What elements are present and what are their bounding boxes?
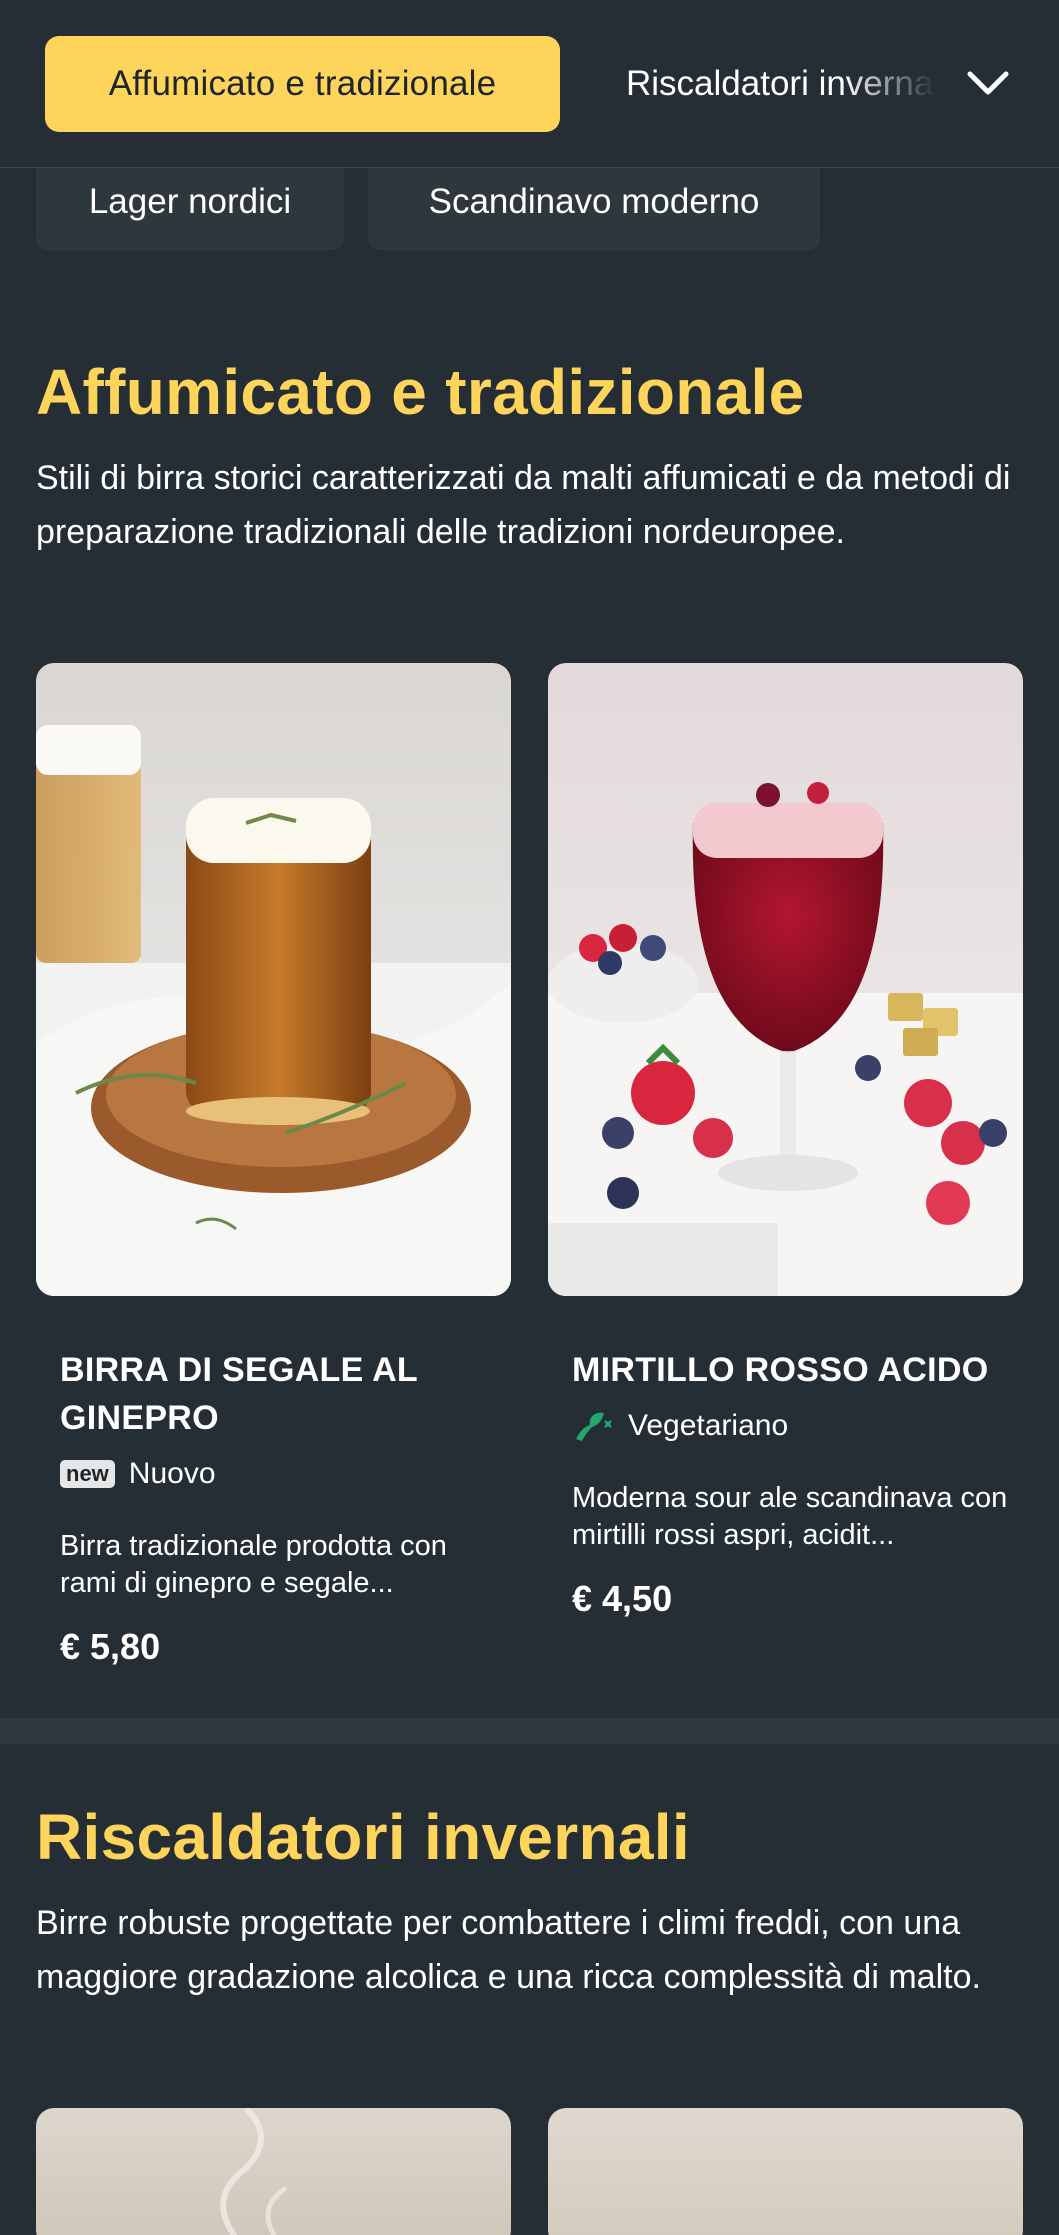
- vegetarian-leaf-icon: [572, 1409, 614, 1443]
- section-title: Riscaldatori invernali: [36, 1801, 690, 1873]
- new-badge: new: [60, 1460, 115, 1488]
- category-tab-bar: Affumicato e tradizionale Riscaldatori i…: [0, 0, 1059, 168]
- product-image-juniper-rye[interactable]: [36, 663, 511, 1296]
- tab-riscaldatori-invernali[interactable]: Riscaldatori invernali: [626, 36, 936, 132]
- product-name[interactable]: MIRTILLO ROSSO ACIDO: [572, 1346, 1022, 1394]
- tab-label: Riscaldatori invernali: [626, 64, 936, 103]
- tab-affumicato-e-tradizionale[interactable]: Affumicato e tradizionale: [45, 36, 560, 132]
- product-description: Birra tradizionale prodotta con rami di …: [60, 1530, 447, 1599]
- section-description: Stili di birra storici caratterizzati da…: [36, 459, 1011, 551]
- badge-label: Vegetariano: [628, 1409, 789, 1442]
- product-badge: Vegetariano: [572, 1409, 788, 1443]
- product-description: Moderna sour ale scandinava con mirtilli…: [572, 1482, 1008, 1551]
- section-description: Birre robuste progettate per combattere …: [36, 1904, 981, 1996]
- product-price: € 5,80: [60, 1626, 161, 1667]
- category-tag-label: Lager nordici: [88, 182, 292, 221]
- product-image[interactable]: [36, 2108, 511, 2235]
- section-divider: [0, 1718, 1059, 1744]
- badge-label: Nuovo: [128, 1457, 216, 1490]
- chevron-down-icon[interactable]: [958, 54, 1018, 114]
- tab-label: Affumicato e tradizionale: [108, 64, 497, 103]
- product-badge: new Nuovo: [60, 1457, 216, 1491]
- product-name[interactable]: BIRRA DI SEGALE AL GINEPRO: [60, 1346, 480, 1442]
- product-price: € 4,50: [572, 1578, 673, 1619]
- section-title: Affumicato e tradizionale: [36, 356, 805, 428]
- product-image-cranberry-sour[interactable]: [548, 663, 1023, 1296]
- product-image[interactable]: [548, 2108, 1023, 2235]
- category-tag-label: Scandinavo moderno: [428, 182, 760, 221]
